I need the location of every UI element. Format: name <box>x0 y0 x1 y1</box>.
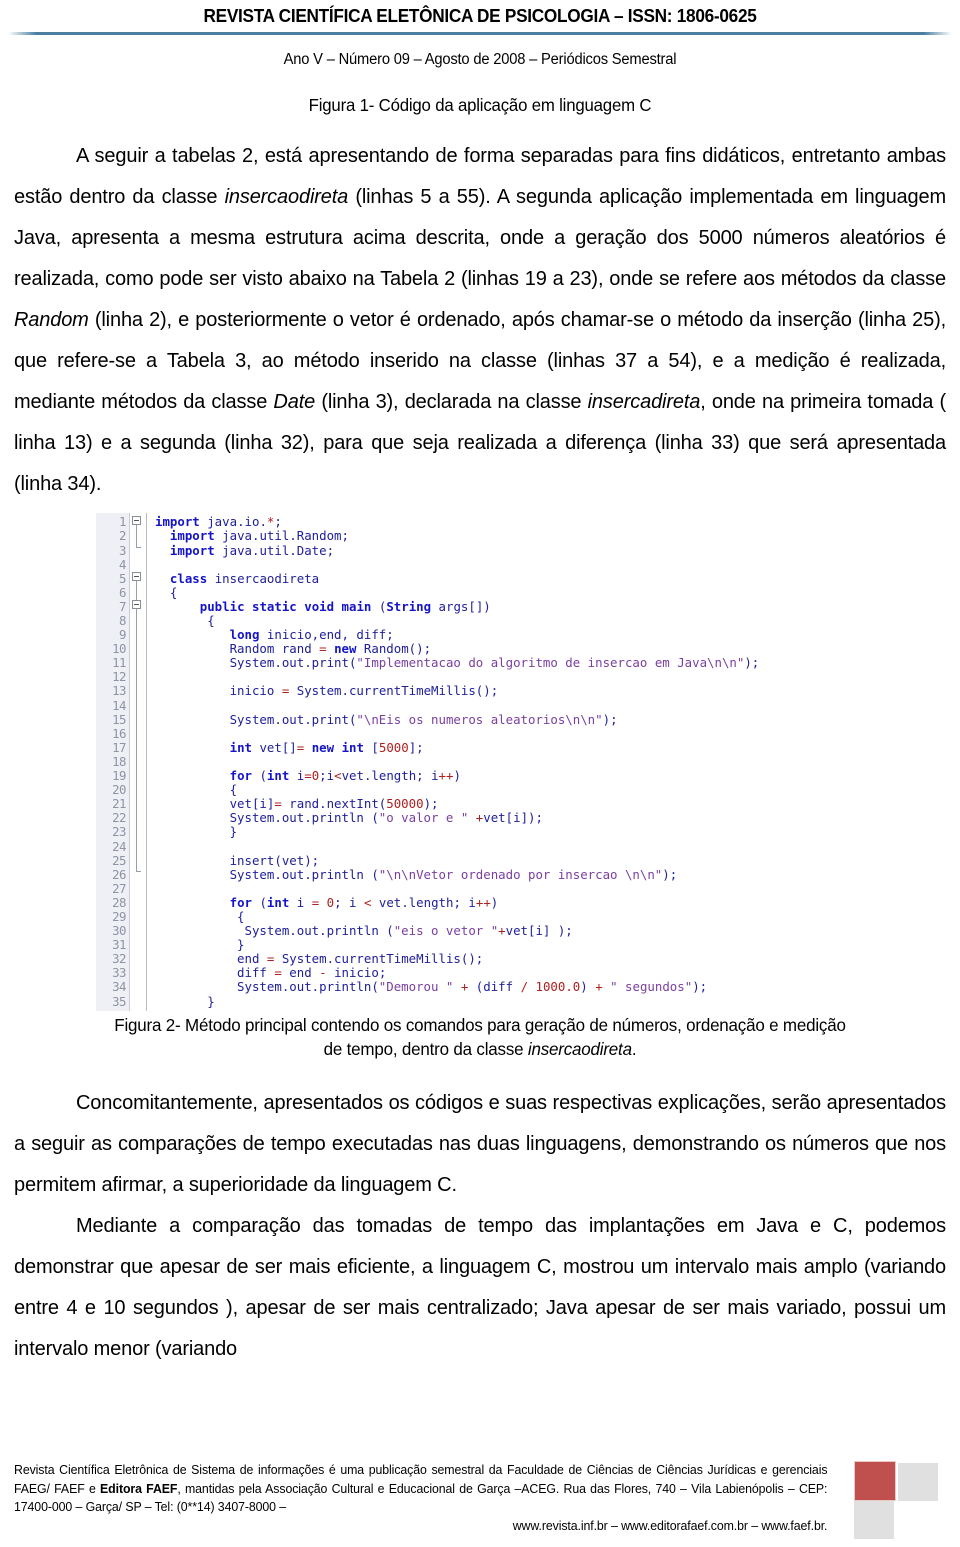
par1-italic-insercaodireta: insercaodireta <box>224 186 349 209</box>
footer-imprint-text: Revista Científica Eletrônica de Sistema… <box>14 1461 828 1535</box>
logo-square-gray-icon <box>854 1501 894 1539</box>
fold-toggle-icon[interactable] <box>132 572 141 582</box>
par1-italic-date: Date <box>273 391 316 414</box>
code-line-number-gutter: 1 2 3 4 5 6 7 8 9 10 11 12 13 14 15 16 1… <box>96 513 130 1011</box>
figure2-caption-line2-b: . <box>631 1038 637 1059</box>
par1-italic-insercadireta: insercadireta <box>587 391 701 414</box>
paragraph-3: Mediante a comparação das tomadas de tem… <box>14 1214 946 1360</box>
footer-line-1: Revista Científica Eletrônica de Sistema… <box>14 1463 634 1477</box>
journal-issue-line: Ano V – Número 09 – Agosto de 2008 – Per… <box>283 51 677 69</box>
document-page: REVISTA CIENTÍFICA ELETÔNICA DE PSICOLOG… <box>0 0 960 1547</box>
figure2-caption-line2-a: de tempo, dentro da classe <box>323 1038 528 1059</box>
footer-urls: www.revista.inf.br – www.editorafaef.com… <box>512 1518 828 1533</box>
figure2-code-image: 1 2 3 4 5 6 7 8 9 10 11 12 13 14 15 16 1… <box>14 513 946 1011</box>
fold-bracket-line <box>136 525 137 548</box>
paragraph-2: Concomitantemente, apresentados os códig… <box>14 1091 946 1196</box>
paragraph-1: A seguir a tabelas 2, está apresentando … <box>14 136 946 505</box>
code-editor-window: 1 2 3 4 5 6 7 8 9 10 11 12 13 14 15 16 1… <box>96 513 764 1011</box>
faef-logo <box>854 1461 946 1539</box>
page-footer: Revista Científica Eletrônica de Sistema… <box>0 1461 960 1539</box>
par1-italic-random: Random <box>14 309 89 332</box>
figure2-caption-italic: insercaodireta <box>527 1038 632 1059</box>
journal-title: REVISTA CIENTÍFICA ELETÔNICA DE PSICOLOG… <box>203 5 757 26</box>
logo-square-red-icon <box>854 1461 896 1501</box>
code-text: import java.io.*; import java.util.Rando… <box>155 514 760 1009</box>
fold-bracket-end <box>136 871 141 873</box>
fold-toggle-icon[interactable] <box>132 516 141 526</box>
par1-seg-d: (linha 3), declarada na classe <box>315 391 588 414</box>
header-divider <box>8 32 952 36</box>
figure2-caption-line1: Figura 2- Método principal contendo os c… <box>114 1014 846 1035</box>
footer-publisher-name: Editora FAEF <box>100 1481 178 1496</box>
figure1-caption: Figura 1- Código da aplicação em linguag… <box>308 95 652 116</box>
code-fold-gutter <box>130 513 147 1011</box>
logo-square-gray-icon <box>898 1463 938 1501</box>
fold-bracket-line <box>136 609 137 872</box>
fold-bracket-end <box>136 547 141 549</box>
footer-line-2-b: , mantidas pela Associação Cultural e Ed… <box>177 1481 455 1496</box>
figure2-caption: Figura 2- Método principal contendo os c… <box>28 1013 932 1061</box>
fold-toggle-icon[interactable] <box>132 600 141 610</box>
journal-header: REVISTA CIENTÍFICA ELETÔNICA DE PSICOLOG… <box>0 0 960 69</box>
document-content: Figura 1- Código da aplicação em linguag… <box>14 69 946 1369</box>
